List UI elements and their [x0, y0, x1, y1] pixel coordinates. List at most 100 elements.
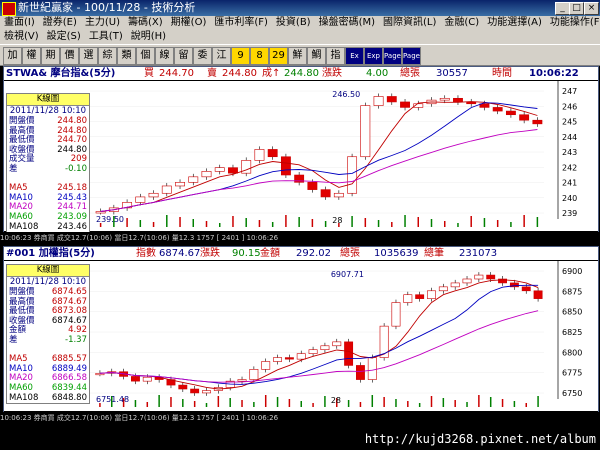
title-bar: 新世紀贏家 - 100/11/28 - 技術分析 _ □ × — [0, 0, 600, 16]
candle-body — [135, 196, 146, 203]
menu-item[interactable]: 功能操作(F) — [546, 16, 600, 30]
candle-body — [344, 341, 354, 366]
amount-value: 292.02 — [296, 248, 331, 259]
panel-2-header: #001 加權指(5分) 指數 6874.67 漲跌 90.15 金額 292.… — [4, 247, 598, 260]
menu-item[interactable]: 檢視(V) — [0, 30, 43, 44]
futures-chart-panel: STWA& 摩台指&(5分) 買 244.70 賣 244.80 成↑ 244.… — [3, 66, 599, 244]
ma-row: MA108 243.46 — [7, 222, 89, 233]
y-tick-label: 241 — [562, 179, 577, 188]
chart-background — [4, 261, 598, 411]
candle-body — [308, 349, 318, 354]
candle-body — [403, 294, 413, 303]
toolbar-button[interactable]: 綜 — [98, 47, 117, 65]
toolbar-button[interactable]: Page — [383, 47, 402, 65]
chart-background — [4, 81, 598, 231]
menu-item[interactable]: 國際資訊(L) — [379, 16, 440, 30]
info-value: -1.37 — [65, 334, 87, 345]
menu-item[interactable]: 設定(S) — [43, 30, 85, 44]
toolbar-button[interactable]: 指 — [326, 47, 345, 65]
toolbar-button[interactable]: 權 — [22, 47, 41, 65]
toolbar-button[interactable]: 江 — [212, 47, 231, 65]
candle-body — [391, 302, 401, 327]
box-header: K線圖 — [7, 94, 89, 106]
candle-body — [273, 357, 282, 362]
toolbar-button[interactable]: 期 — [41, 47, 60, 65]
y-tick-label: 240 — [562, 194, 577, 203]
index-chart-panel: #001 加權指(5分) 指數 6874.67 漲跌 90.15 金額 292.… — [3, 246, 599, 424]
change-value: 90.15 — [232, 248, 261, 259]
candle-body — [505, 110, 516, 116]
info-row: 差 -1.37 — [7, 334, 89, 346]
candle-body — [190, 388, 200, 394]
toolbar-button[interactable]: 9 — [231, 47, 250, 65]
menu-row-1: 畫面(I) 證券(E) 主力(U) 籌碼(X) 期權(O) 匯市利率(F) 投資(B) 操盤密… — [0, 16, 600, 30]
index-candlestick-chart: 6900 6875 6850 6825 6800 6775 6750 28 6907.71 675… — [4, 261, 598, 411]
info-value: -0.10 — [65, 163, 87, 174]
candle-body — [267, 149, 278, 158]
toolbar-button[interactable]: 選 — [79, 47, 98, 65]
menu-item[interactable]: 畫面(I) — [0, 16, 39, 30]
toolbar-button[interactable]: 鮮 — [288, 47, 307, 65]
candle-body — [360, 105, 371, 158]
index-info-box: K線圖 2011/11/28 10:10 開盤價 6874.65 最高價 6874.67 最… — [6, 264, 90, 405]
menu-item[interactable]: 匯市利率(F) — [210, 16, 272, 30]
candle-body — [320, 189, 331, 198]
toolbar-button[interactable]: 29 — [269, 47, 288, 65]
minimize-button[interactable]: _ — [555, 2, 570, 15]
candle-body — [453, 97, 463, 103]
toolbar-button[interactable]: 個 — [136, 47, 155, 65]
panel-1-header: STWA& 摩台指&(5分) 買 244.70 賣 244.80 成↑ 244.… — [4, 67, 598, 80]
app-icon — [2, 2, 16, 16]
menu-item[interactable]: 操盤密碼(M) — [315, 16, 379, 30]
change-label: 漲跌 — [322, 68, 342, 79]
y-tick-label: 243 — [562, 148, 577, 157]
maximize-button[interactable]: □ — [569, 2, 584, 15]
menu-item[interactable]: 功能選擇(A) — [483, 16, 546, 30]
menu-item[interactable]: 金融(C) — [440, 16, 483, 30]
candle-body — [492, 107, 503, 112]
menu-item[interactable]: 籌碼(X) — [124, 16, 167, 30]
candle-body — [320, 345, 330, 351]
count-label: 總筆 — [424, 248, 444, 259]
toolbar-button[interactable]: Page — [402, 47, 421, 65]
info-label: 差 — [9, 163, 18, 174]
candle-body — [386, 96, 397, 103]
menu-item[interactable]: 工具(T) — [85, 30, 127, 44]
low-annotation: 6751.48 — [96, 395, 129, 404]
menu-item[interactable]: 證券(E) — [39, 16, 81, 30]
candle-body — [532, 119, 543, 125]
candle-body — [533, 290, 543, 299]
toolbar-button[interactable]: 委 — [193, 47, 212, 65]
futures-info-box: K線圖 2011/11/28 10:10 開盤價 244.80 最高價 244.80 最低價… — [6, 93, 90, 234]
time-value: 10:06:22 — [529, 68, 579, 79]
toolbar-button[interactable]: Exp — [364, 47, 383, 65]
watermark-url: http://kujd3268.pixnet.net/album — [364, 432, 596, 446]
toolbar-button[interactable]: 鯛 — [307, 47, 326, 65]
candle-body — [261, 361, 271, 370]
toolbar-button[interactable]: 價 — [60, 47, 79, 65]
menu-item[interactable]: 主力(U) — [81, 16, 124, 30]
menu-bar: 畫面(I) 證券(E) 主力(U) 籌碼(X) 期權(O) 匯市利率(F) 投資(B) 操盤密… — [0, 16, 600, 44]
candle-body — [356, 365, 365, 380]
toolbar-button[interactable]: 線 — [155, 47, 174, 65]
candle-body — [142, 376, 152, 382]
y-tick-label: 6875 — [562, 287, 582, 296]
y-tick-label: 6825 — [562, 328, 582, 337]
menu-item[interactable]: 期權(O) — [167, 16, 211, 30]
close-button[interactable]: × — [584, 2, 599, 15]
menu-row-2: 檢視(V) 設定(S) 工具(T) 說明(H) — [0, 30, 170, 44]
candle-body — [347, 156, 358, 194]
menu-item[interactable]: 說明(H) — [127, 30, 170, 44]
menu-item[interactable]: 投資(B) — [272, 16, 315, 30]
candle-body — [379, 325, 389, 358]
toolbar-button[interactable]: 加 — [3, 47, 22, 65]
toolbar-button[interactable]: 8 — [250, 47, 269, 65]
toolbar-button[interactable]: Ex — [345, 47, 364, 65]
candle-body — [474, 274, 484, 280]
toolbar-button[interactable]: 類 — [117, 47, 136, 65]
candle-body — [439, 97, 450, 101]
candle-body — [280, 156, 291, 176]
toolbar-button[interactable]: 留 — [174, 47, 193, 65]
y-tick-label: 6900 — [562, 267, 582, 276]
panel-2-footer: 10:06:23 券商買 成交12.7(10:06) 當日12.7(10:06)… — [0, 412, 600, 424]
